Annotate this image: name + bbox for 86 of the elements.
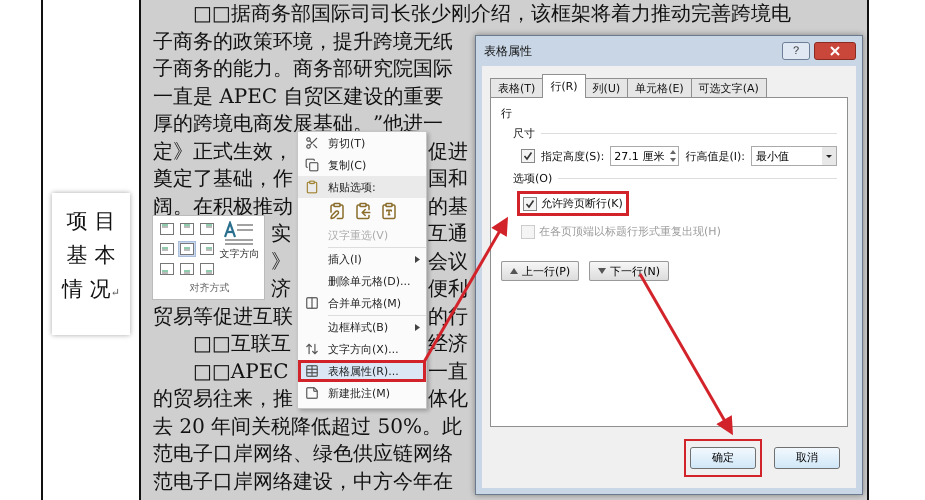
align-icon[interactable]	[160, 263, 174, 275]
align-icon[interactable]	[200, 263, 214, 275]
document-text: 去 20 年间关税降低超过 50%。此	[153, 412, 462, 440]
checkmark-icon	[523, 151, 533, 161]
close-button[interactable]	[814, 42, 856, 60]
paste-option-icon[interactable]	[380, 202, 398, 220]
text-direction-icon	[305, 342, 319, 356]
submenu-arrow-icon	[415, 324, 420, 331]
row-height-select[interactable]: 最小值	[751, 146, 837, 166]
menu-item[interactable]: 新建批注(M)	[298, 382, 426, 404]
align-icon[interactable]	[160, 223, 174, 235]
scissors-icon	[305, 136, 319, 150]
checkbox[interactable]	[521, 149, 535, 163]
cell-text: 项 目	[66, 208, 116, 235]
document-text: 互通	[428, 220, 468, 247]
merge-cells-icon	[305, 296, 319, 310]
document-text: □□APEC	[192, 358, 289, 384]
copy-icon	[305, 158, 319, 172]
document-text: 体化	[428, 385, 468, 412]
option-checkbox[interactable]: 允许跨页断行(K)	[517, 191, 629, 216]
section-label: 行	[501, 106, 513, 121]
menu-item[interactable]: 文字方向(X)...	[298, 338, 426, 360]
dialog-button[interactable]: 取消	[774, 446, 840, 468]
document-text: 定》正式生效，	[153, 138, 293, 164]
menu-item[interactable]: 复制(C)	[298, 154, 426, 176]
document-text: 实	[271, 220, 291, 247]
nav-button[interactable]: 上一行(P)	[501, 261, 580, 281]
align-icon[interactable]	[200, 223, 214, 235]
document-text: 会议	[428, 248, 468, 274]
align-icon[interactable]	[180, 263, 194, 275]
menu-item[interactable]: 删除单元格(D)...	[298, 270, 426, 292]
menu-item[interactable]: 表格属性(R)...	[298, 360, 426, 382]
document-text: 一直	[428, 358, 468, 384]
document-text: 的基	[428, 192, 468, 220]
document-text: 》	[271, 248, 291, 274]
group-label: 尺寸	[513, 126, 535, 141]
close-icon	[830, 46, 840, 56]
document-text: 一直是 APEC 自贸区建设的重要	[153, 82, 444, 110]
align-icon[interactable]	[180, 223, 194, 235]
tab[interactable]: 可选文字(A)	[690, 78, 767, 98]
paragraph-mark: ↵	[110, 286, 120, 299]
document-text: 范电子口岸网络建设，中方今年在	[153, 468, 453, 494]
align-icon[interactable]	[200, 243, 214, 255]
help-button[interactable]: ?	[782, 42, 810, 60]
field-label: 行高值是(I):	[685, 148, 746, 164]
dialog-button[interactable]: 确定	[690, 446, 756, 468]
height-input[interactable]: 27.1 厘米	[610, 146, 680, 166]
document-text: 促进	[428, 138, 468, 164]
dialog-title: 表格属性	[484, 42, 533, 60]
paste-option-icon[interactable]	[328, 202, 346, 220]
document-text: 奠定了基础，作	[153, 165, 293, 192]
submenu-arrow-icon	[415, 256, 420, 263]
align-icon[interactable]	[160, 243, 174, 255]
document-text: 子商务的政策环境，提升跨境无纸	[153, 28, 453, 54]
document-text: 子商务的能力。商务部研究院国际	[153, 55, 453, 82]
checkmark-icon	[525, 198, 535, 208]
align-icon[interactable]	[180, 243, 194, 255]
field-label: 指定高度(S):	[541, 148, 604, 164]
group-label: 选项(O)	[513, 171, 552, 186]
document-text: □□互联互	[192, 330, 291, 357]
tab[interactable]: 行(R)	[542, 74, 586, 98]
cell-text: 情 况↵	[62, 276, 120, 303]
text-direction-label[interactable]: 文字方向	[220, 247, 260, 261]
menu-item[interactable]: 合并单元格(M)	[298, 292, 426, 314]
menu-item[interactable]: 插入(I)	[298, 248, 426, 270]
note-icon	[305, 386, 319, 400]
clipboard-icon	[305, 180, 319, 194]
cell-text: 基 本	[66, 242, 116, 269]
up-triangle-icon	[510, 268, 518, 274]
tab[interactable]: 列(U)	[584, 78, 628, 98]
down-triangle-icon	[598, 268, 606, 274]
menu-item[interactable]: 边框样式(B)	[298, 316, 426, 338]
document-text: 国和	[428, 165, 468, 192]
document-text: 济	[271, 275, 291, 302]
document-text: 的贸易往来，推	[153, 385, 293, 412]
popup-caption: 对齐方式	[190, 282, 230, 296]
menu-header: 粘贴选项:	[298, 176, 426, 198]
document-text: 贸易等促进互联	[153, 302, 293, 330]
table-icon	[305, 364, 319, 378]
tab[interactable]: 表格(T)	[490, 78, 544, 98]
tab[interactable]: 单元格(E)	[627, 78, 692, 98]
document-text: □□据商务部国际司司长张少刚介绍，该框架将着力推动完善跨境电	[192, 0, 791, 27]
document-text: 阔。在积极推动	[153, 192, 293, 220]
menu-item[interactable]: 剪切(T)	[298, 132, 426, 154]
paste-option-icon[interactable]	[354, 202, 372, 220]
document-text: 范电子口岸网络、绿色供应链网络	[153, 440, 453, 467]
